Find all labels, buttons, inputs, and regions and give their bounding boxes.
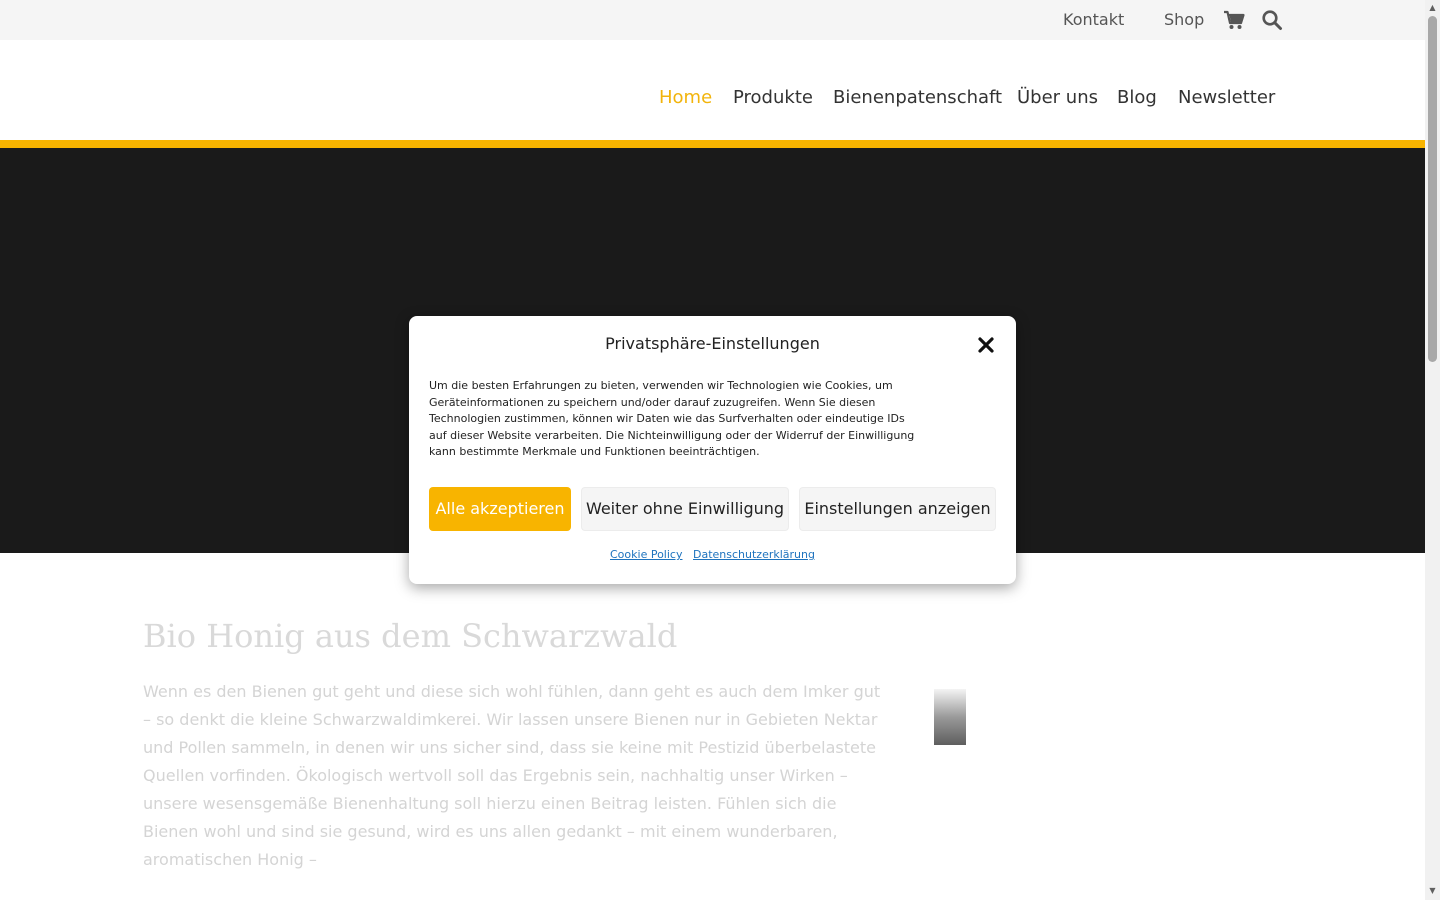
dialog-title: Privatsphäre-Einstellungen [605, 334, 820, 353]
kontakt-link[interactable]: Kontakt [1063, 10, 1124, 30]
search-icon[interactable] [1261, 9, 1283, 31]
nav-item-newsletter[interactable]: Newsletter [1178, 87, 1275, 109]
intro-paragraph: Wenn es den Bienen gut geht und diese si… [143, 682, 881, 869]
site-header: Home Produkte Bienenpatenschaft Über uns… [0, 40, 1425, 140]
scroll-down-arrow-icon[interactable]: ▼ [1428, 886, 1437, 896]
header-accent-bar [0, 140, 1425, 148]
nav-item-ueber-uns[interactable]: Über uns [1017, 87, 1098, 109]
shopping-cart-icon[interactable] [1223, 9, 1245, 31]
show-settings-button[interactable]: Einstellungen anzeigen [799, 487, 996, 531]
page-title: Bio Honig aus dem Schwarzwald [143, 617, 678, 655]
nav-item-produkte[interactable]: Produkte [733, 87, 813, 109]
nav-item-blog[interactable]: Blog [1117, 87, 1157, 109]
nav-item-home[interactable]: Home [659, 87, 712, 109]
nav-item-bienenpatenschaft[interactable]: Bienenpatenschaft [833, 87, 1002, 109]
scrollbar-thumb[interactable] [1428, 16, 1437, 362]
cookie-consent-dialog: Privatsphäre-Einstellungen Um die besten… [409, 316, 1016, 584]
shop-link[interactable]: Shop [1164, 10, 1204, 30]
privacy-policy-link[interactable]: Datenschutzerklärung [693, 548, 815, 562]
accept-all-button[interactable]: Alle akzeptieren [429, 487, 571, 531]
product-image [934, 689, 966, 745]
close-icon[interactable] [976, 335, 996, 355]
continue-without-consent-button[interactable]: Weiter ohne Einwilligung [581, 487, 789, 531]
top-bar: Kontakt Shop [0, 0, 1425, 40]
cookie-policy-link[interactable]: Cookie Policy [610, 548, 682, 562]
scroll-up-arrow-icon[interactable]: ▲ [1428, 3, 1437, 13]
consent-message: Um die besten Erfahrungen zu bieten, ver… [429, 379, 915, 458]
